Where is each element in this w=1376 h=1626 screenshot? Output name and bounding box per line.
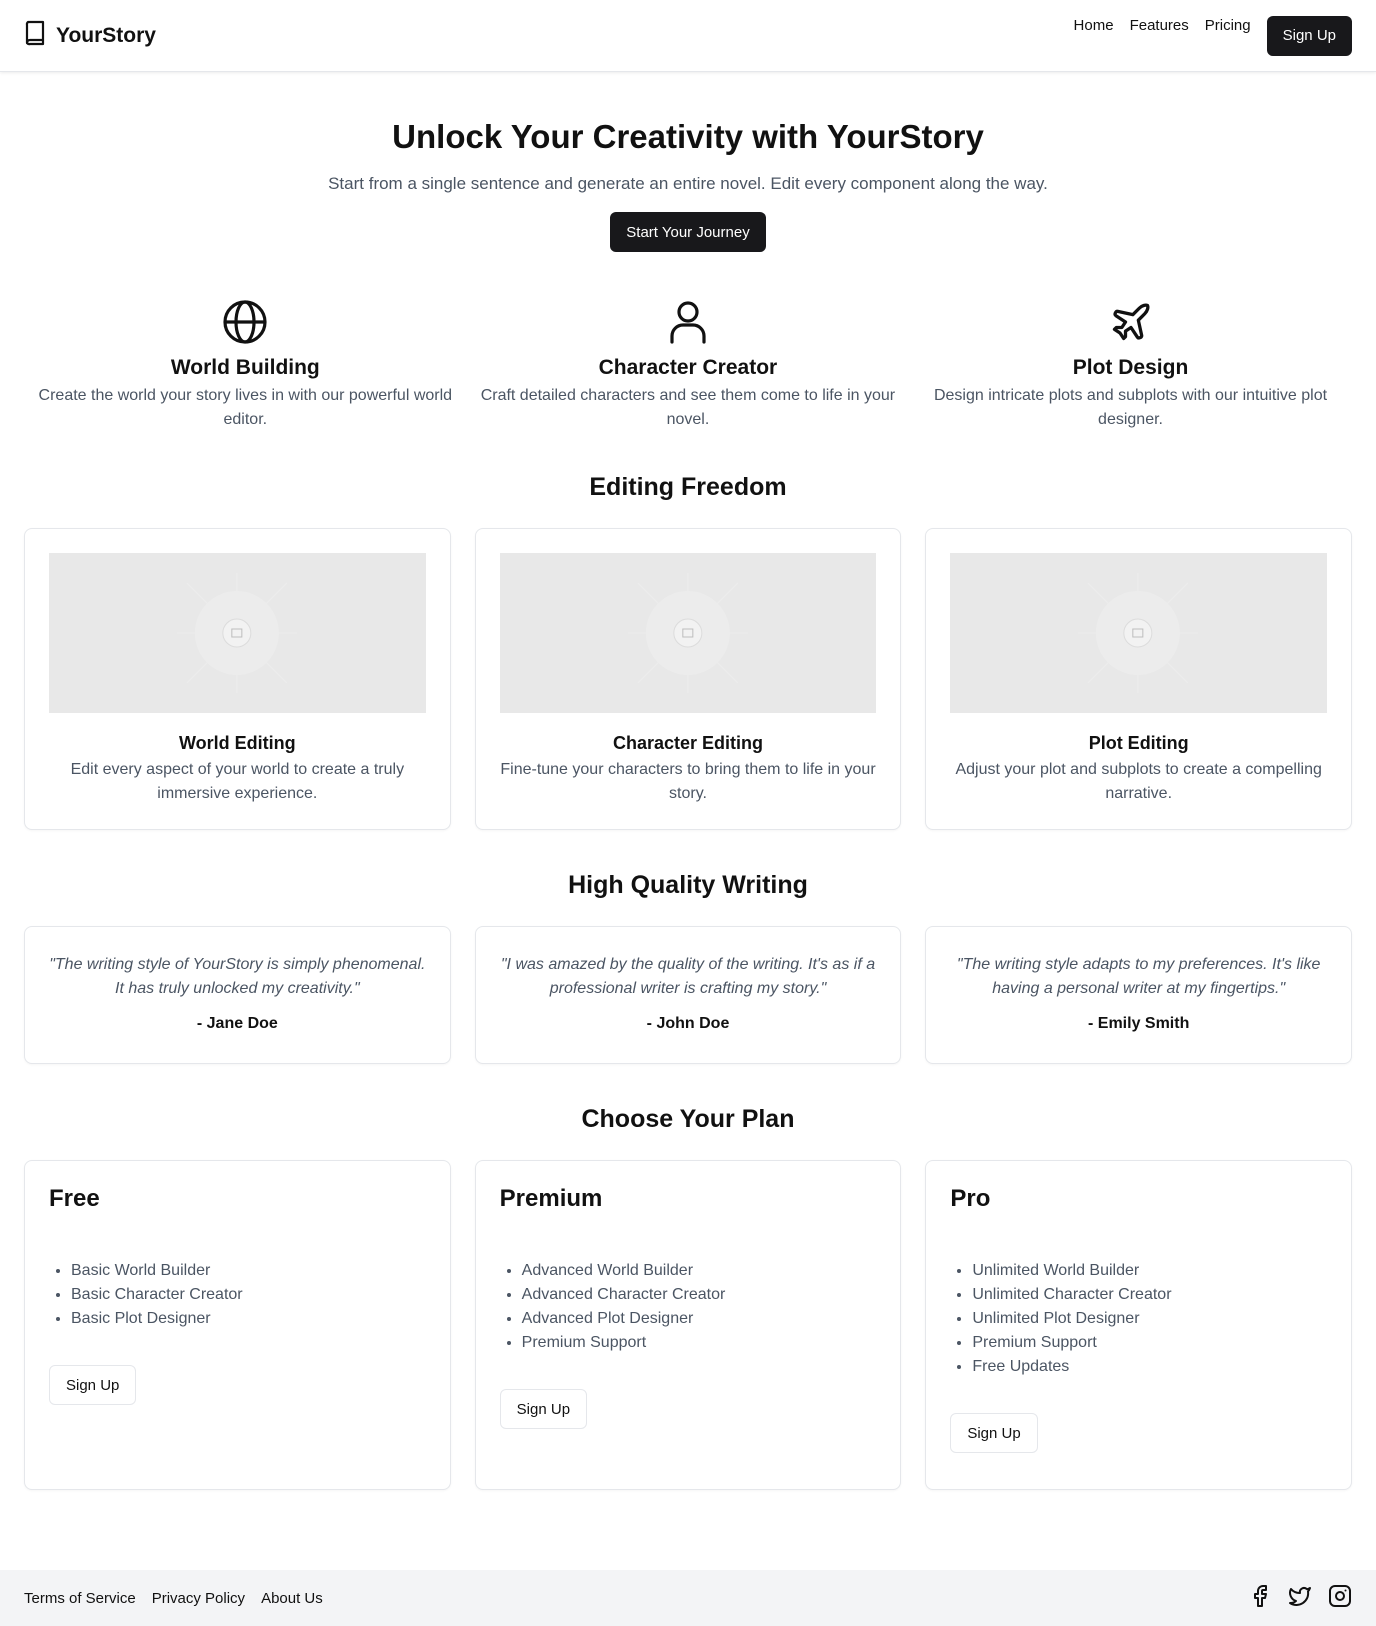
footer-link-privacy[interactable]: Privacy Policy xyxy=(152,1590,245,1607)
brand-name: YourStory xyxy=(56,23,156,47)
plan-signup-button[interactable]: Sign Up xyxy=(49,1365,137,1405)
start-journey-button[interactable]: Start Your Journey xyxy=(610,212,766,252)
plan-card-premium: Premium Advanced World Builder Advanced … xyxy=(474,1160,902,1490)
editing-card-plot: Plot Editing Adjust your plot and subplo… xyxy=(925,528,1353,830)
plan-features: Unlimited World Builder Unlimited Charac… xyxy=(950,1259,1327,1379)
feature-title: World Building xyxy=(170,356,320,379)
plan-card-free: Free Basic World Builder Basic Character… xyxy=(24,1160,451,1490)
twitter-icon[interactable] xyxy=(1288,1584,1312,1613)
plan-name: Pro xyxy=(950,1185,991,1212)
editing-cards: World Editing Edit every aspect of your … xyxy=(24,528,1353,830)
plan-signup-button[interactable]: Sign Up xyxy=(950,1413,1038,1453)
plan-feature: Premium Support xyxy=(972,1331,1327,1355)
editing-card-desc: Fine-tune your characters to bring them … xyxy=(500,761,876,802)
editing-card-desc: Adjust your plot and subplots to create … xyxy=(955,761,1322,802)
plan-signup-button[interactable]: Sign Up xyxy=(499,1389,588,1429)
plan-feature: Premium Support xyxy=(522,1331,877,1355)
footer-link-about[interactable]: About Us xyxy=(261,1590,323,1607)
social-links xyxy=(1248,1584,1352,1613)
footer-links: Terms of Service Privacy Policy About Us xyxy=(24,1590,323,1607)
testimonial-card: "The writing style of YourStory is simpl… xyxy=(24,926,451,1064)
footer-link-terms[interactable]: Terms of Service xyxy=(24,1590,136,1607)
brand[interactable]: YourStory xyxy=(24,20,156,51)
plan-feature: Advanced Plot Designer xyxy=(522,1307,877,1331)
nav-pricing[interactable]: Pricing xyxy=(1205,17,1251,34)
testimonial-quote: "The writing style adapts to my preferen… xyxy=(956,956,1321,997)
plan-name: Premium xyxy=(499,1185,603,1212)
user-icon xyxy=(475,298,902,346)
plane-icon xyxy=(917,298,1344,346)
plan-features: Advanced World Builder Advanced Characte… xyxy=(500,1259,877,1355)
plan-card-pro: Pro Unlimited World Builder Unlimited Ch… xyxy=(925,1160,1353,1490)
image-icon xyxy=(627,573,748,693)
pricing-cards: Free Basic World Builder Basic Character… xyxy=(24,1160,1353,1490)
plan-feature: Basic Plot Designer xyxy=(71,1307,426,1331)
image-icon xyxy=(1078,573,1199,693)
feature-world-building: World Building Create the world your sto… xyxy=(24,298,467,432)
nav-features[interactable]: Features xyxy=(1130,17,1189,34)
image-placeholder xyxy=(499,553,877,713)
main-nav: Home Features Pricing Sign Up xyxy=(1074,15,1352,56)
feature-title: Character Creator xyxy=(598,356,778,379)
testimonial-card: "I was amazed by the quality of the writ… xyxy=(474,926,902,1064)
feature-desc: Create the world your story lives in wit… xyxy=(38,387,453,428)
testimonial-card: "The writing style adapts to my preferen… xyxy=(925,926,1353,1064)
nav-home[interactable]: Home xyxy=(1074,17,1114,34)
image-placeholder xyxy=(950,553,1328,713)
testimonial-author: - Jane Doe xyxy=(196,1015,278,1032)
image-icon xyxy=(176,573,297,693)
plan-name: Free xyxy=(49,1185,100,1212)
plan-feature: Basic World Builder xyxy=(71,1259,426,1283)
plan-feature: Unlimited Character Creator xyxy=(972,1283,1327,1307)
testimonial-author: - Emily Smith xyxy=(1088,1015,1190,1032)
hero-subtitle: Start from a single sentence and generat… xyxy=(328,174,1048,193)
site-header: YourStory Home Features Pricing Sign Up xyxy=(0,0,1376,72)
hero-title: Unlock Your Creativity with YourStory xyxy=(392,118,984,155)
editing-card-title: Character Editing xyxy=(612,733,764,753)
plan-feature: Unlimited Plot Designer xyxy=(972,1307,1327,1331)
feature-character-creator: Character Creator Craft detailed charact… xyxy=(467,298,910,432)
editing-section-title: Editing Freedom xyxy=(589,473,787,501)
editing-card-title: Plot Editing xyxy=(1088,733,1189,753)
hero: Unlock Your Creativity with YourStory St… xyxy=(0,118,1376,252)
feature-desc: Design intricate plots and subplots with… xyxy=(933,387,1328,428)
features-row: World Building Create the world your sto… xyxy=(24,298,1352,432)
feature-plot-design: Plot Design Design intricate plots and s… xyxy=(909,298,1352,432)
editing-card-character: Character Editing Fine-tune your charact… xyxy=(474,528,902,830)
image-placeholder xyxy=(49,553,426,713)
editing-card-title: World Editing xyxy=(179,733,296,753)
plan-feature: Advanced Character Creator xyxy=(522,1283,877,1307)
testimonial-author: - John Doe xyxy=(646,1015,730,1032)
header-signup-button[interactable]: Sign Up xyxy=(1266,15,1352,56)
instagram-icon[interactable] xyxy=(1328,1584,1352,1613)
plan-feature: Unlimited World Builder xyxy=(972,1259,1327,1283)
book-icon xyxy=(24,20,46,51)
editing-card-world: World Editing Edit every aspect of your … xyxy=(24,528,451,830)
facebook-icon[interactable] xyxy=(1248,1584,1272,1613)
quality-section-title: High Quality Writing xyxy=(568,871,808,899)
testimonial-quote: "The writing style of YourStory is simpl… xyxy=(49,956,426,997)
feature-desc: Craft detailed characters and see them c… xyxy=(480,387,896,428)
testimonial-quote: "I was amazed by the quality of the writ… xyxy=(500,956,876,997)
testimonial-cards: "The writing style of YourStory is simpl… xyxy=(24,926,1353,1064)
site-footer: Terms of Service Privacy Policy About Us xyxy=(0,1570,1376,1626)
globe-icon xyxy=(32,298,459,346)
editing-card-desc: Edit every aspect of your world to creat… xyxy=(70,761,405,802)
feature-title: Plot Design xyxy=(1072,356,1189,379)
plan-features: Basic World Builder Basic Character Crea… xyxy=(49,1259,426,1331)
pricing-section-title: Choose Your Plan xyxy=(581,1105,795,1133)
plan-feature: Free Updates xyxy=(972,1355,1327,1379)
plan-feature: Basic Character Creator xyxy=(71,1283,426,1307)
plan-feature: Advanced World Builder xyxy=(522,1259,877,1283)
